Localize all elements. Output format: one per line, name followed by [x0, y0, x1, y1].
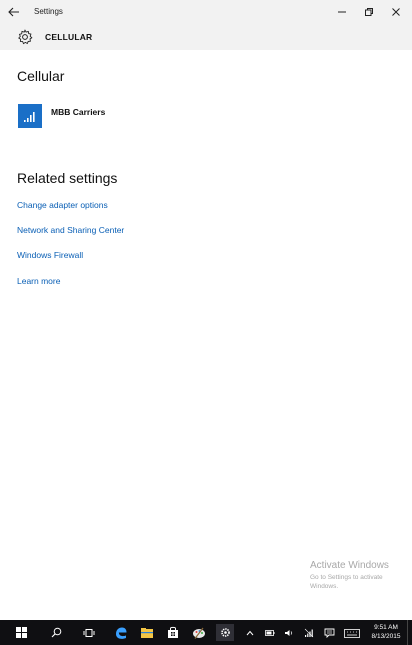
- clock-date: 8/13/2015: [371, 633, 401, 640]
- activate-watermark-line2: Windows.: [310, 583, 339, 590]
- carrier-label: MBB Carriers: [51, 107, 106, 117]
- battery-icon: [265, 630, 275, 636]
- search-icon: [51, 627, 61, 638]
- file-explorer-button[interactable]: [138, 624, 156, 641]
- store-icon: [168, 626, 178, 638]
- search-button[interactable]: [47, 624, 65, 641]
- show-desktop-button[interactable]: [407, 620, 412, 645]
- start-button[interactable]: [12, 624, 30, 641]
- windows-firewall-link[interactable]: Windows Firewall: [17, 250, 83, 260]
- back-button[interactable]: [6, 4, 22, 20]
- gear-icon: [18, 29, 33, 45]
- touch-keyboard-button[interactable]: [343, 626, 361, 640]
- arrow-left-icon: [8, 7, 19, 17]
- minimize-icon: [338, 11, 346, 13]
- network-button[interactable]: [303, 626, 315, 640]
- window-title: Settings: [34, 7, 63, 16]
- action-center-button[interactable]: [322, 626, 336, 640]
- paint-icon: [193, 627, 205, 639]
- file-explorer-icon: [141, 627, 153, 638]
- learn-more-link[interactable]: Learn more: [17, 276, 60, 286]
- settings-icon: [220, 628, 230, 637]
- page-header: CELLULAR: [0, 24, 412, 50]
- edge-button[interactable]: [112, 624, 130, 641]
- network-sharing-center-link[interactable]: Network and Sharing Center: [17, 225, 124, 235]
- page-title: CELLULAR: [45, 32, 93, 42]
- volume-button[interactable]: [283, 626, 295, 640]
- close-icon: [392, 8, 400, 16]
- signal-bars-icon: [24, 112, 35, 122]
- activate-watermark-line1: Go to Settings to activate: [310, 574, 383, 581]
- task-view-button[interactable]: [80, 624, 98, 641]
- edge-icon: [116, 627, 127, 639]
- activate-watermark-title: Activate Windows: [310, 560, 389, 571]
- action-center-icon: [324, 628, 334, 638]
- related-settings-title: Related settings: [17, 170, 118, 186]
- maximize-button[interactable]: [357, 2, 381, 22]
- clock[interactable]: 9:51 AM 8/13/2015: [368, 623, 404, 641]
- restore-icon: [365, 8, 373, 16]
- title-bar: Settings: [0, 0, 412, 24]
- chevron-up-icon: [246, 630, 254, 636]
- network-icon: [304, 628, 314, 638]
- volume-icon: [285, 630, 293, 636]
- paint-button[interactable]: [190, 624, 208, 641]
- carrier-tile: [18, 104, 42, 128]
- clock-time: 9:51 AM: [374, 624, 398, 631]
- settings-taskbar-button[interactable]: [216, 624, 234, 641]
- close-button[interactable]: [384, 2, 408, 22]
- show-hidden-icons-button[interactable]: [244, 626, 256, 640]
- battery-button[interactable]: [264, 626, 276, 640]
- cellular-section-title: Cellular: [17, 68, 65, 84]
- keyboard-icon: [344, 628, 360, 638]
- store-button[interactable]: [164, 624, 182, 641]
- minimize-button[interactable]: [330, 2, 354, 22]
- taskbar: 9:51 AM 8/13/2015: [0, 620, 412, 645]
- task-view-icon: [83, 628, 95, 637]
- windows-start-icon: [15, 627, 27, 638]
- change-adapter-options-link[interactable]: Change adapter options: [17, 200, 108, 210]
